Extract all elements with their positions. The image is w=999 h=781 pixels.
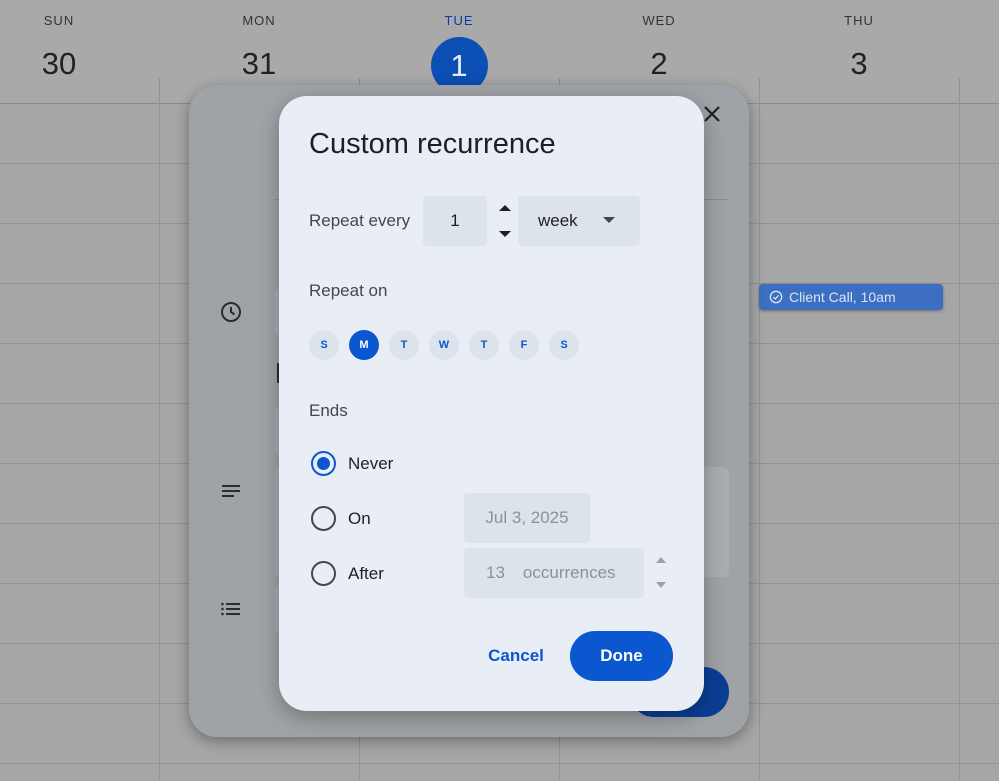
repeat-unit-select[interactable]: week xyxy=(518,196,640,246)
day-column-thu[interactable]: THU 3 xyxy=(759,0,959,104)
list-icon xyxy=(221,602,240,616)
grid-divider xyxy=(159,78,160,781)
occurrences-decrement-icon[interactable] xyxy=(655,581,667,589)
ends-on-option[interactable]: On xyxy=(311,506,371,531)
day-column-sun[interactable]: SUN 30 xyxy=(0,0,159,104)
cancel-button[interactable]: Cancel xyxy=(479,638,553,674)
weekday-wednesday[interactable]: W xyxy=(429,330,459,360)
grid-hour-line xyxy=(0,763,999,764)
interval-input[interactable]: 1 xyxy=(423,196,487,246)
occurrences-increment-icon[interactable] xyxy=(655,556,667,564)
repeat-on-label: Repeat on xyxy=(309,281,388,300)
ends-never-label: Never xyxy=(348,453,394,473)
weekday-selector: S M T W T F S xyxy=(309,330,579,360)
day-number[interactable]: 2 xyxy=(559,40,759,88)
dialog-title: Custom recurrence xyxy=(309,128,556,160)
custom-recurrence-dialog: Custom recurrence Repeat every 1 week Re… xyxy=(279,96,704,711)
day-name: WED xyxy=(642,13,676,28)
done-button[interactable]: Done xyxy=(570,631,673,681)
description-icon xyxy=(222,485,240,497)
ends-on-label: On xyxy=(348,508,371,528)
end-date-field[interactable]: Jul 3, 2025 xyxy=(464,493,590,543)
weekday-sunday[interactable]: S xyxy=(309,330,339,360)
decrement-arrow-icon[interactable] xyxy=(498,229,512,239)
grid-divider xyxy=(959,78,960,781)
grid-divider xyxy=(759,78,760,781)
close-icon[interactable] xyxy=(701,103,723,125)
ends-never-radio[interactable] xyxy=(311,451,336,476)
day-name: THU xyxy=(844,13,874,28)
day-name: MON xyxy=(242,13,276,28)
check-circle-icon xyxy=(769,290,783,304)
weekday-saturday[interactable]: S xyxy=(549,330,579,360)
day-name: TUE xyxy=(444,13,474,28)
repeat-every-label: Repeat every xyxy=(309,211,411,230)
ends-label: Ends xyxy=(309,401,348,420)
weekday-thursday[interactable]: T xyxy=(469,330,499,360)
day-number[interactable]: 30 xyxy=(0,40,159,88)
repeat-unit-value: week xyxy=(538,211,578,230)
increment-arrow-icon[interactable] xyxy=(498,203,512,213)
event-client-call[interactable]: Client Call, 10am xyxy=(759,284,943,310)
day-number[interactable]: 3 xyxy=(759,40,959,88)
event-label: Client Call, 10am xyxy=(789,289,896,305)
ends-after-option[interactable]: After xyxy=(311,561,384,586)
clock-icon xyxy=(221,302,241,322)
ends-after-radio[interactable] xyxy=(311,561,336,586)
occurrences-count: 13 xyxy=(486,563,505,582)
day-name: SUN xyxy=(43,13,75,28)
chevron-down-icon xyxy=(603,217,615,223)
occurrences-suffix: occurrences xyxy=(522,563,616,582)
day-number[interactable]: 31 xyxy=(159,40,359,88)
weekday-tuesday[interactable]: T xyxy=(389,330,419,360)
ends-on-radio[interactable] xyxy=(311,506,336,531)
ends-after-label: After xyxy=(348,563,384,583)
weekday-friday[interactable]: F xyxy=(509,330,539,360)
ends-never-option[interactable]: Never xyxy=(311,451,393,476)
weekday-monday[interactable]: M xyxy=(349,330,379,360)
occurrences-field[interactable]: 13 occurrences xyxy=(464,548,644,598)
